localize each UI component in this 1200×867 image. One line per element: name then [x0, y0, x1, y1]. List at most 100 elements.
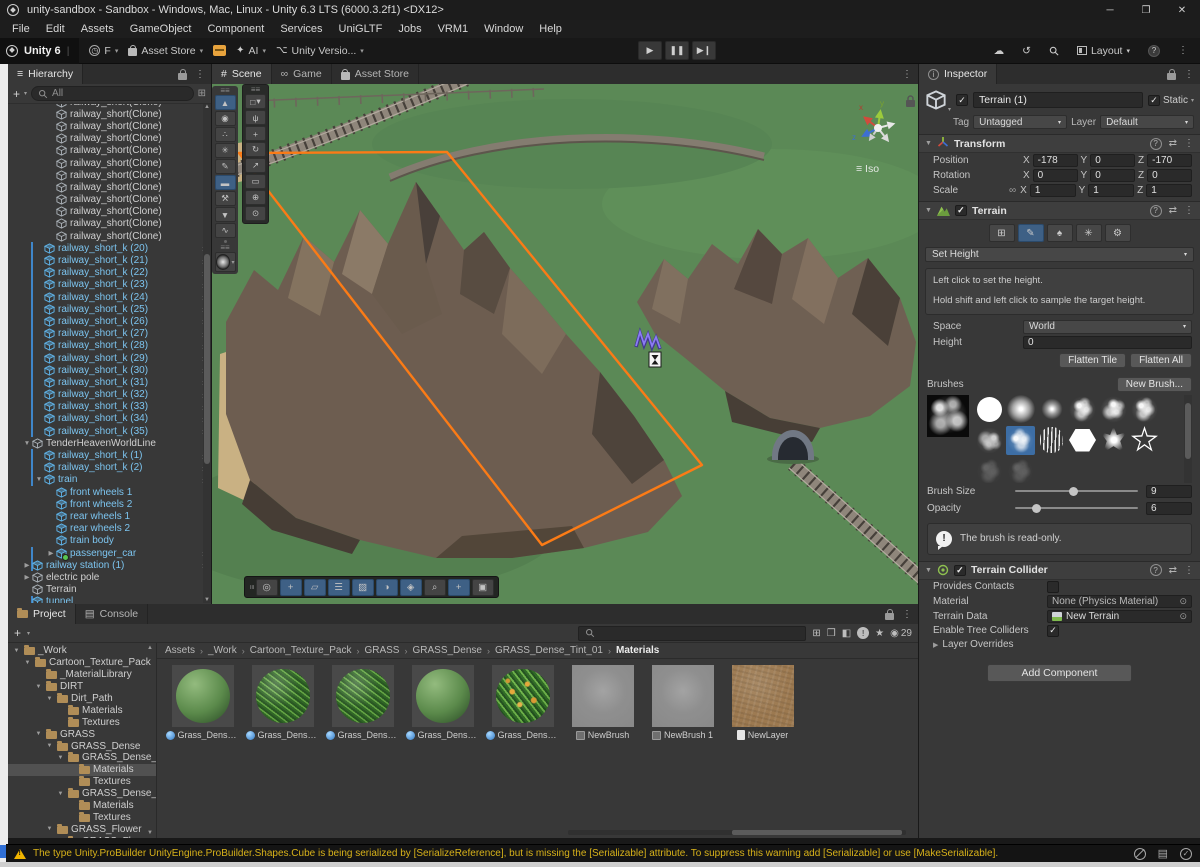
hierarchy-item-railway-short-k-28[interactable]: railway_short_k (28) ›	[8, 340, 211, 352]
breadcrumb-item[interactable]: Assets	[165, 645, 195, 656]
foldout-arrow-icon[interactable]: ▼	[22, 440, 32, 447]
component-checkbox[interactable]	[954, 565, 966, 576]
terrain-raise-lower-tool[interactable]: ▲	[215, 95, 236, 110]
foldout-arrow-icon[interactable]: ▼	[34, 476, 44, 483]
hierarchy-item-railway-short-k-27[interactable]: railway_short_k (27) ›	[8, 328, 211, 340]
rotation-x-field[interactable]: 0	[1033, 169, 1078, 182]
tree-colliders-checkbox[interactable]	[1047, 625, 1059, 637]
scroll-up-icon[interactable]: ▲	[146, 645, 154, 651]
hierarchy-item-rear-wheels-2[interactable]: rear wheels 2 ›	[8, 523, 211, 535]
maximize-button[interactable]: ❐	[1128, 0, 1164, 20]
tab-asset-store[interactable]: Asset Store	[332, 64, 419, 84]
asset-grass-dense-t[interactable]: Grass_Dense_T...	[325, 665, 400, 740]
version-control-dropdown[interactable]: ⌥ Unity Versio... ▾	[276, 45, 364, 57]
project-folder-dirt[interactable]: ▼ DIRT	[8, 681, 156, 693]
asset-newlayer[interactable]: NewLayer	[725, 665, 800, 740]
hierarchy-item-railway-short-clone[interactable]: railway_short(Clone) ›	[8, 108, 211, 120]
asset-grass-dense-t[interactable]: Grass_Dense_T...	[165, 665, 240, 740]
hierarchy-item-tenderheavenworldline[interactable]: ▼ TenderHeavenWorldLine ›	[8, 437, 211, 449]
terrain-header[interactable]: ▼ Terrain ? ⇄ ⋮	[919, 201, 1200, 220]
foldout-arrow-icon[interactable]: ▼	[34, 684, 43, 690]
terrain-flatten-tool[interactable]: ▬	[215, 175, 236, 190]
cache-icon[interactable]: ▤	[1158, 847, 1168, 860]
breadcrumb-item[interactable]: GRASS	[364, 645, 399, 656]
terrain-collider-header[interactable]: ▼ Terrain Collider ? ⇄ ⋮	[919, 561, 1200, 580]
asset-store-dropdown[interactable]: Asset Store ▾	[128, 45, 203, 57]
account-dropdown[interactable]: ◷ F ▾	[89, 45, 118, 57]
history-icon[interactable]: ↺	[1022, 45, 1031, 57]
space-dropdown[interactable]: World ▾	[1023, 320, 1192, 334]
project-folder-textures[interactable]: Textures	[8, 776, 156, 788]
provides-contacts-checkbox[interactable]	[1047, 581, 1059, 593]
hierarchy-item-railway-short-clone[interactable]: railway_short(Clone) ›	[8, 181, 211, 193]
tab-project[interactable]: Project	[8, 604, 76, 624]
menu-file[interactable]: File	[4, 23, 38, 35]
hierarchy-item-train[interactable]: ▼ train ›	[8, 474, 211, 486]
hierarchy-item-rear-wheels-1[interactable]: rear wheels 1 ›	[8, 510, 211, 522]
hierarchy-item-electric-pole[interactable]: ▶ electric pole ›	[8, 571, 211, 583]
gameobject-name-field[interactable]: Terrain (1)	[973, 92, 1143, 108]
project-folder-materials[interactable]: Materials	[8, 764, 156, 776]
kebab-menu-icon[interactable]: ⋮	[1184, 69, 1194, 80]
hierarchy-item-railway-short-clone[interactable]: railway_short(Clone) ›	[8, 169, 211, 181]
custom-pivot-tool[interactable]: ⊙	[245, 206, 266, 221]
foldout-arrow-icon[interactable]: ▼	[12, 648, 21, 654]
zoom-overlay-button[interactable]: ⌕	[424, 579, 446, 596]
foldout-arrow-icon[interactable]: ▶	[933, 641, 938, 649]
scale-x-field[interactable]: 1	[1030, 184, 1076, 197]
scene-viewport[interactable]: x y z ≡ Iso ≡≡ ▲◉∴✳✎▬⚒▼∿ ≡≡ ▾	[212, 84, 918, 604]
menu-edit[interactable]: Edit	[38, 23, 73, 35]
terrain-paint-brush-tool[interactable]: ✎	[215, 159, 236, 174]
position-z-field[interactable]: -170	[1147, 154, 1192, 167]
transform-tool[interactable]: ⊕	[245, 190, 266, 205]
breadcrumb-cartoon-texture-pack[interactable]: Cartoon_Texture_Pack ›	[250, 645, 360, 656]
hierarchy-item-railway-short-k-35[interactable]: railway_short_k (35) ›	[8, 425, 211, 437]
hierarchy-item-front-wheels-2[interactable]: front wheels 2 ›	[8, 498, 211, 510]
pause-button[interactable]: ❚❚	[665, 41, 689, 60]
hierarchy-item-railway-short-k-25[interactable]: railway_short_k (25) ›	[8, 303, 211, 315]
tab-inspector[interactable]: i Inspector	[919, 64, 997, 84]
hierarchy-item-railway-short-k-33[interactable]: railway_short_k (33) ›	[8, 401, 211, 413]
static-checkbox[interactable]	[1148, 95, 1160, 106]
tab-scene[interactable]: # Scene	[212, 64, 272, 84]
terrain-mode-dropdown[interactable]: Set Height ▾	[925, 247, 1194, 262]
brush-swatch[interactable]	[1068, 395, 1097, 424]
menu-component[interactable]: Component	[199, 23, 272, 35]
hierarchy-search-input[interactable]: All	[31, 86, 194, 101]
asset-grass-dense-t[interactable]: Grass_Dense_T...	[245, 665, 320, 740]
kebab-menu-icon[interactable]: ⋮	[1184, 205, 1194, 216]
brush-swatch[interactable]	[975, 395, 1004, 424]
foldout-arrow-icon[interactable]: ▼	[45, 743, 54, 749]
hand-tool[interactable]: ψ	[245, 110, 266, 125]
breadcrumb-materials[interactable]: Materials ›	[616, 645, 659, 656]
hierarchy-item-railway-short-k-32[interactable]: railway_short_k (32) ›	[8, 389, 211, 401]
foldout-arrow-icon[interactable]: ▼	[45, 826, 54, 832]
hierarchy-item-railway-station-1[interactable]: ▶ railway station (1) ›	[8, 559, 211, 571]
menu-jobs[interactable]: Jobs	[390, 23, 429, 35]
overlay-handle[interactable]: ≡	[248, 585, 254, 590]
create-asset-button[interactable]: +	[14, 626, 21, 640]
create-neighbor-terrains-button[interactable]: ⊞	[989, 224, 1015, 242]
terrain-scatter-tool[interactable]: ∴	[215, 127, 236, 142]
kebab-menu-icon[interactable]: ⋮	[1184, 138, 1194, 149]
brush-swatch[interactable]	[1006, 395, 1035, 424]
status-warning-text[interactable]: The type Unity.ProBuilder UnityEngine.Pr…	[33, 848, 998, 859]
favorites-alert-icon[interactable]: !	[857, 627, 869, 639]
foldout-arrow-icon[interactable]: ▼	[56, 791, 65, 797]
position-x-field[interactable]: -178	[1033, 154, 1078, 167]
breadcrumb-grass-dense[interactable]: GRASS_Dense ›	[412, 645, 489, 656]
terrain-smooth-tool[interactable]: ∿	[215, 223, 236, 238]
screen-overlay-button[interactable]: ▣	[472, 579, 494, 596]
brush-grid-scrollbar[interactable]	[1184, 395, 1192, 483]
project-folder-grass[interactable]: ▼ GRASS	[8, 728, 156, 740]
project-search-input[interactable]	[578, 626, 806, 641]
tab-hierarchy[interactable]: ≡ Hierarchy	[8, 64, 83, 84]
menu-unigltf[interactable]: UniGLTF	[331, 23, 391, 35]
layer-dropdown[interactable]: Default ▾	[1100, 115, 1194, 129]
project-folder-materials[interactable]: Materials	[8, 704, 156, 716]
static-toggle[interactable]: Static ▾	[1148, 95, 1194, 106]
scale-z-field[interactable]: 1	[1146, 184, 1192, 197]
orientation-overlay-button[interactable]: ◎	[256, 579, 278, 596]
asset-grass-dense-t[interactable]: Grass_Dense_T...	[405, 665, 480, 740]
breadcrumb-grass-dense-tint-01[interactable]: GRASS_Dense_Tint_01 ›	[495, 645, 611, 656]
